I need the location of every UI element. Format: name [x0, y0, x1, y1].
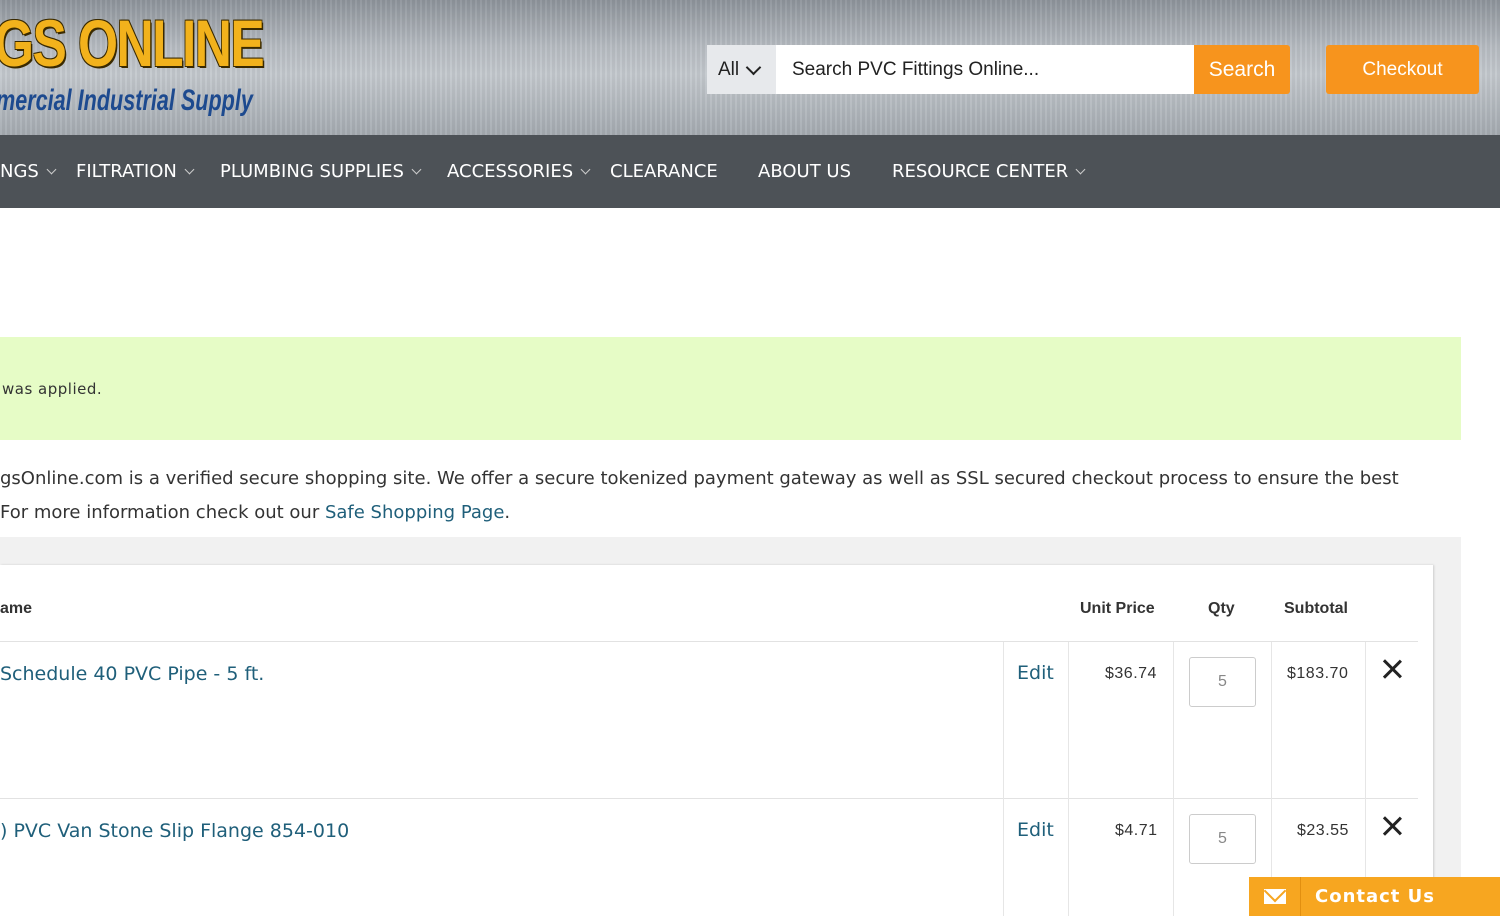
chevron-down-icon [580, 164, 591, 175]
product-link[interactable]: ) PVC Van Stone Slip Flange 854-010 [0, 820, 349, 842]
edit-link[interactable]: Edit [1017, 662, 1054, 684]
coupon-notice: was applied. [0, 337, 1461, 440]
column-divider [1173, 642, 1174, 916]
notice-text: was applied. [2, 380, 103, 398]
secure-line-2-suffix: . [504, 502, 511, 523]
column-header-qty: Qty [1208, 600, 1235, 617]
product-link[interactable]: Schedule 40 PVC Pipe - 5 ft. [0, 663, 264, 685]
nav-item-resource-center[interactable]: RESOURCE CENTER [892, 135, 1086, 208]
logo-title[interactable]: GS ONLINE [0, 10, 265, 76]
nav-item-label: CLEARANCE [610, 161, 718, 182]
nav-item-fittings[interactable]: NGS [0, 135, 57, 208]
column-header-name: ame [0, 600, 33, 617]
site-header: GS ONLINE mercial Industrial Supply All … [0, 0, 1500, 135]
unit-price: $36.74 [1105, 665, 1157, 682]
column-divider [1365, 642, 1366, 916]
checkout-button[interactable]: Checkout [1326, 45, 1479, 94]
nav-item-about-us[interactable]: ABOUT US [758, 135, 851, 208]
secure-shopping-message: gsOnline.com is a verified secure shoppi… [0, 462, 1440, 530]
header-divider [0, 641, 1418, 642]
nav-item-filtration[interactable]: FILTRATION [76, 135, 195, 208]
logo-subtitle: mercial Industrial Supply [0, 84, 253, 117]
nav-item-label: RESOURCE CENTER [892, 161, 1069, 182]
chevron-down-icon [184, 164, 195, 175]
nav-item-plumbing-supplies[interactable]: PLUMBING SUPPLIES [220, 135, 422, 208]
nav-item-label: ACCESSORIES [447, 161, 574, 182]
nav-item-clearance[interactable]: CLEARANCE [610, 135, 718, 208]
envelope-icon [1249, 877, 1301, 916]
secure-line-2-prefix: For more information check out our [0, 502, 325, 523]
nav-item-label: PLUMBING SUPPLIES [220, 161, 404, 182]
main-nav: NGS FILTRATION PLUMBING SUPPLIES ACCESSO… [0, 135, 1500, 208]
remove-item-icon[interactable] [1381, 658, 1403, 680]
search-category-label: All [718, 58, 740, 80]
column-divider [1068, 642, 1069, 916]
quantity-input[interactable] [1189, 657, 1256, 707]
nav-item-accessories[interactable]: ACCESSORIES [447, 135, 591, 208]
nav-item-label: NGS [0, 161, 39, 182]
quantity-input[interactable] [1189, 814, 1256, 864]
column-divider [1271, 642, 1272, 916]
chevron-down-icon [745, 59, 762, 75]
search-bar: All Search [707, 45, 1290, 94]
safe-shopping-link[interactable]: Safe Shopping Page [325, 502, 504, 523]
unit-price: $4.71 [1115, 822, 1158, 839]
column-divider [1003, 642, 1004, 916]
contact-us-button[interactable]: Contact Us [1249, 877, 1500, 916]
nav-item-label: ABOUT US [758, 161, 852, 182]
column-header-unit-price: Unit Price [1080, 600, 1155, 617]
search-button[interactable]: Search [1194, 45, 1290, 94]
remove-item-icon[interactable] [1381, 815, 1403, 837]
row-divider [0, 798, 1418, 799]
row-subtotal: $183.70 [1287, 665, 1349, 682]
column-header-subtotal: Subtotal [1284, 600, 1348, 617]
nav-item-label: FILTRATION [76, 161, 177, 182]
chevron-down-icon [46, 164, 57, 175]
edit-link[interactable]: Edit [1017, 819, 1054, 841]
contact-us-label: Contact Us [1315, 886, 1436, 907]
secure-line-1: gsOnline.com is a verified secure shoppi… [0, 468, 1399, 489]
secure-line-2: For more information check out our Safe … [0, 496, 1440, 530]
row-subtotal: $23.55 [1297, 822, 1349, 839]
chevron-down-icon [1075, 164, 1086, 175]
search-input[interactable] [776, 45, 1194, 94]
search-category-select[interactable]: All [707, 45, 776, 94]
chevron-down-icon [411, 164, 422, 175]
